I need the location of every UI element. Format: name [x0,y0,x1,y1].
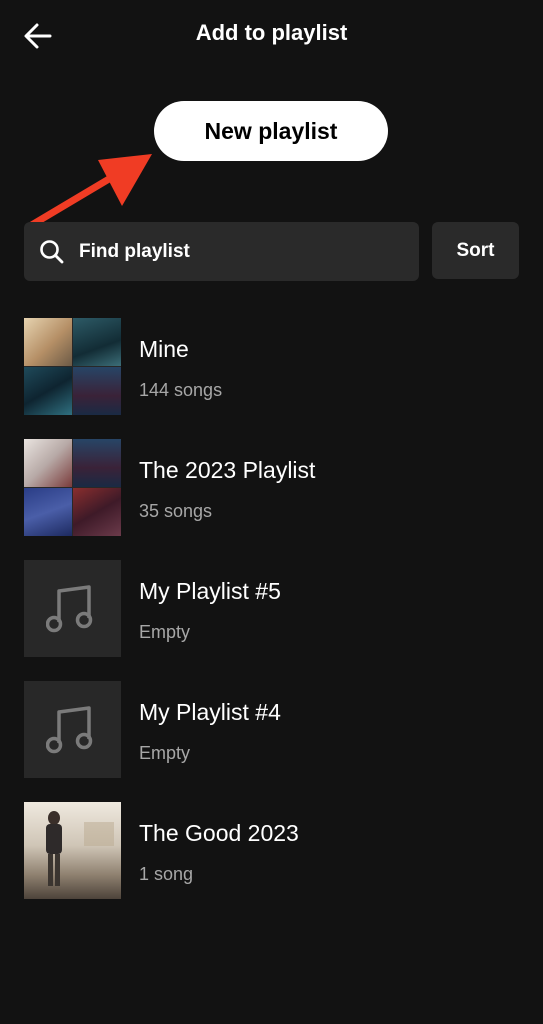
sort-button[interactable]: Sort [432,222,519,279]
playlist-song-count: 144 songs [139,380,223,400]
playlist-song-count: 1 song [139,864,194,884]
playlist-artwork [24,802,121,899]
playlist-item-my-playlist-5[interactable]: My Playlist #5 Empty [24,560,519,657]
playlist-item-mine[interactable]: Mine 144 songs [24,318,519,415]
page-title: Add to playlist [195,20,348,45]
music-note-icon [46,585,93,633]
playlist-item-the-good-2023[interactable]: The Good 2023 1 song [24,802,519,899]
playlist-artwork [24,318,121,415]
playlist-song-count: 35 songs [139,501,213,521]
playlist-item-my-playlist-4[interactable]: My Playlist #4 Empty [24,681,519,778]
playlist-artwork [24,681,121,778]
playlist-name: Mine [139,336,189,362]
playlist-name: The 2023 Playlist [139,457,316,483]
top-bar: Add to playlist [0,0,543,72]
find-playlist-search[interactable]: Find playlist [24,222,419,281]
playlist-song-count: Empty [139,622,191,642]
playlist-list: Mine 144 songs The 2023 Playlist 35 song… [24,318,519,923]
playlist-item-the-2023-playlist[interactable]: The 2023 Playlist 35 songs [24,439,519,536]
album-cover-figure [46,811,114,886]
search-label: Find playlist [79,240,190,262]
playlist-name: The Good 2023 [139,820,299,846]
playlist-artwork [24,439,121,536]
search-icon [40,239,64,263]
music-note-icon [46,706,93,754]
new-playlist-button[interactable]: New playlist [154,101,388,161]
playlist-name: My Playlist #4 [139,699,281,725]
playlist-artwork [24,560,121,657]
playlist-name: My Playlist #5 [139,578,281,604]
playlist-song-count: Empty [139,743,191,763]
